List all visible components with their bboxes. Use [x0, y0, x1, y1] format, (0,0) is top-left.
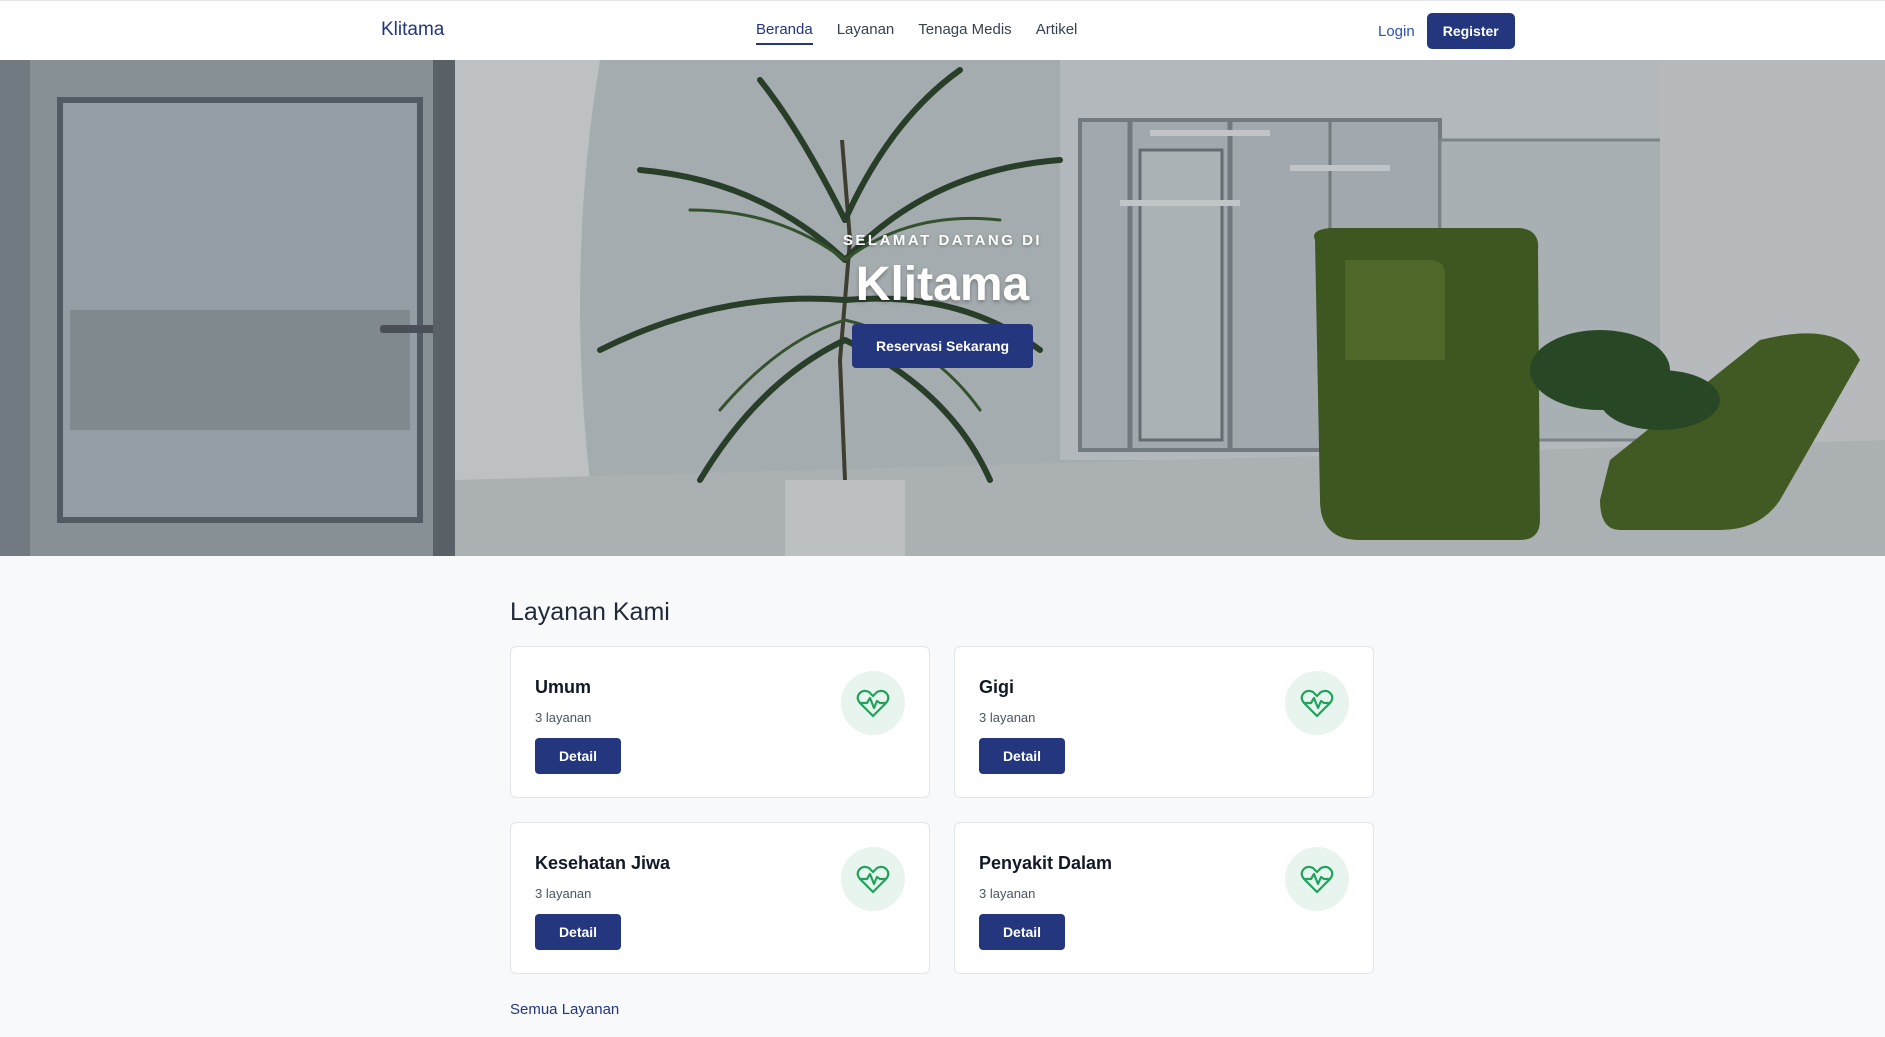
service-name: Umum	[535, 677, 592, 697]
nav-link-beranda[interactable]: Beranda	[756, 21, 813, 45]
login-link[interactable]: Login	[1374, 23, 1419, 40]
hero-content: SELAMAT DATANG DI Klitama Reservasi Seka…	[0, 232, 1885, 368]
service-count: 3 layanan	[979, 886, 1036, 901]
heart-pulse-icon	[841, 847, 905, 911]
detail-button[interactable]: Detail	[979, 738, 1065, 774]
hero-title: Klitama	[855, 258, 1030, 311]
service-name: Gigi	[979, 677, 1014, 697]
heart-pulse-icon	[1285, 847, 1349, 911]
services-section: Layanan Kami Umum 3 layanan Detail Gigi …	[510, 598, 1374, 1019]
top-navbar: Klitama Beranda Layanan Tenaga Medis Art…	[0, 0, 1885, 60]
reservation-button[interactable]: Reservasi Sekarang	[851, 324, 1034, 368]
service-count: 3 layanan	[979, 710, 1036, 725]
service-count: 3 layanan	[535, 886, 592, 901]
section-title: Layanan Kami	[510, 598, 670, 626]
nav-link-tenaga-medis[interactable]: Tenaga Medis	[918, 21, 1011, 45]
hero-banner: SELAMAT DATANG DI Klitama Reservasi Seka…	[0, 60, 1885, 556]
service-card-umum: Umum 3 layanan Detail	[510, 646, 930, 798]
brand-logo[interactable]: Klitama	[381, 19, 444, 41]
service-card-penyakit-dalam: Penyakit Dalam 3 layanan Detail	[954, 822, 1374, 974]
auth-actions: Login Register	[1374, 13, 1515, 49]
service-card-gigi: Gigi 3 layanan Detail	[954, 646, 1374, 798]
all-services-link[interactable]: Semua Layanan	[510, 1001, 619, 1018]
service-card-kesehatan-jiwa: Kesehatan Jiwa 3 layanan Detail	[510, 822, 930, 974]
detail-button[interactable]: Detail	[535, 738, 621, 774]
main-nav: Beranda Layanan Tenaga Medis Artikel	[756, 21, 1077, 45]
service-name: Kesehatan Jiwa	[535, 853, 671, 873]
register-button[interactable]: Register	[1426, 13, 1515, 49]
heart-pulse-icon	[841, 671, 905, 735]
detail-button[interactable]: Detail	[535, 914, 621, 950]
heart-pulse-icon	[1285, 671, 1349, 735]
services-grid: Umum 3 layanan Detail Gigi 3 layanan Det…	[510, 646, 1374, 974]
service-count: 3 layanan	[535, 710, 592, 725]
service-name: Penyakit Dalam	[979, 853, 1113, 873]
detail-button[interactable]: Detail	[979, 914, 1065, 950]
nav-link-layanan[interactable]: Layanan	[837, 21, 895, 45]
nav-link-artikel[interactable]: Artikel	[1036, 21, 1078, 45]
hero-eyebrow: SELAMAT DATANG DI	[842, 232, 1043, 249]
